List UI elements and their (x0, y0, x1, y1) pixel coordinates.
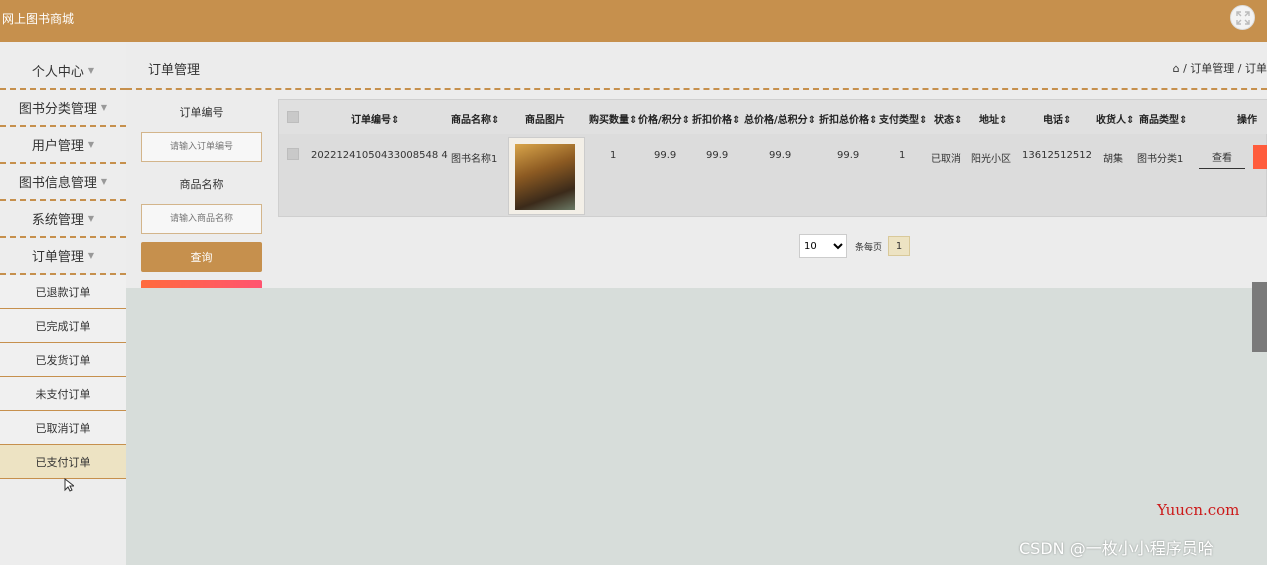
menu-item-label: 用户管理 (31, 139, 84, 154)
pagination: 10 条每页 1 (799, 234, 911, 258)
cell-pay-type: 1 (899, 150, 906, 161)
orders-table: 订单编号⇕ 商品名称⇕ 商品图片 购买数量⇕ 价格/积分⇕ 折扣价格⇕ 总价格/… (278, 99, 1267, 217)
col-price[interactable]: 价格/积分⇕ (638, 111, 690, 126)
col-receiver[interactable]: 收货人⇕ (1096, 111, 1134, 126)
chevron-down-icon: ▼ (87, 251, 95, 260)
col-order-no[interactable]: 订单编号⇕ (351, 111, 399, 126)
product-name-input[interactable] (141, 204, 262, 234)
order-no-input[interactable] (141, 132, 262, 162)
col-status[interactable]: 状态⇕ (934, 111, 962, 126)
view-button[interactable]: 查看 (1199, 145, 1245, 169)
col-quantity[interactable]: 购买数量⇕ (589, 111, 637, 126)
col-address[interactable]: 地址⇕ (979, 111, 1007, 126)
cell-receiver: 胡集 (1103, 154, 1123, 165)
submenu-shipped-orders[interactable]: 已发货订单 (0, 343, 126, 377)
cell-address: 阳光小区 (971, 154, 1011, 165)
col-category[interactable]: 商品类型⇕ (1139, 111, 1187, 126)
cell-order-no: 20221241050433008548 4 (311, 150, 448, 161)
app-title: 网上图书商城 (2, 12, 75, 26)
cell-product-name: 图书名称1 (451, 154, 498, 165)
submenu-paid-orders[interactable]: 已支付订单 (0, 445, 126, 479)
book-cover-image (515, 144, 575, 210)
page-header: 订单管理 ⌂ / 订单管理 / 订单 (126, 42, 1267, 90)
content-background (126, 288, 1267, 565)
site-watermark: Yuucn.com (1157, 501, 1240, 519)
page-button-current[interactable]: 1 (888, 236, 911, 256)
submenu-refunded-orders[interactable]: 已退款订单 (0, 275, 126, 309)
cell-status: 已取消 (931, 154, 961, 165)
cell-discount-total: 99.9 (837, 150, 860, 161)
fullscreen-button[interactable] (1230, 5, 1255, 30)
home-icon[interactable]: ⌂ (1173, 62, 1180, 75)
select-all-checkbox[interactable] (287, 111, 299, 123)
col-product-name[interactable]: 商品名称⇕ (451, 111, 499, 126)
col-total-price[interactable]: 总价格/总积分⇕ (744, 111, 816, 126)
table-header: 订单编号⇕ 商品名称⇕ 商品图片 购买数量⇕ 价格/积分⇕ 折扣价格⇕ 总价格/… (279, 100, 1267, 134)
submenu-completed-orders[interactable]: 已完成订单 (0, 309, 126, 343)
menu-item-label: 图书信息管理 (18, 176, 97, 191)
breadcrumb-text: / 订单管理 / 订单 (1183, 62, 1267, 75)
chevron-down-icon: ▼ (87, 65, 95, 75)
breadcrumb: ⌂ / 订单管理 / 订单 (1173, 60, 1267, 76)
chevron-down-icon: ▼ (100, 177, 108, 186)
col-phone[interactable]: 电话⇕ (1043, 111, 1071, 126)
menu-item-label: 订单管理 (31, 250, 84, 265)
top-bar: 网上图书商城 (0, 0, 1267, 42)
main-content: 订单管理 ⌂ / 订单管理 / 订单 订单编号 商品名称 查询 批量删除 订单编… (126, 42, 1267, 310)
menu-item-label: 个人中心 (31, 64, 84, 80)
menu-item-book-info[interactable]: 图书信息管理 ▼ (0, 164, 126, 201)
expand-icon (1235, 10, 1250, 25)
cell-phone: 13612512512 (1022, 150, 1092, 161)
search-button[interactable]: 查询 (141, 242, 262, 272)
menu-item-label: 图书分类管理 (18, 102, 97, 117)
row-checkbox[interactable] (287, 148, 299, 160)
submenu-unpaid-orders[interactable]: 未支付订单 (0, 377, 126, 411)
cell-total-price: 99.9 (769, 150, 792, 161)
chevron-down-icon: ▼ (87, 140, 95, 149)
mouse-pointer-icon (64, 478, 74, 492)
cell-category: 图书分类1 (1137, 154, 1184, 165)
col-discount-total[interactable]: 折扣总价格⇕ (819, 111, 877, 126)
menu-item-label: 系统管理 (31, 213, 84, 228)
menu-item-personal-center[interactable]: 个人中心 ▼ (0, 42, 126, 90)
order-no-label: 订单编号 (179, 106, 224, 119)
scrollbar-thumb[interactable] (1252, 282, 1267, 352)
cell-quantity: 1 (610, 150, 617, 161)
col-discount-price[interactable]: 折扣价格⇕ (692, 111, 740, 126)
author-watermark: CSDN @一枚小小程序员哈 (1019, 539, 1214, 558)
submenu-cancelled-orders[interactable]: 已取消订单 (0, 411, 126, 445)
product-thumbnail[interactable] (508, 137, 585, 215)
sidebar: 个人中心 ▼ 图书分类管理 ▼ 用户管理 ▼ 图书信息管理 ▼ 系统管理 ▼ 订单管理 ▼ … (0, 42, 126, 565)
menu-item-users[interactable]: 用户管理 ▼ (0, 127, 126, 164)
menu-item-book-category[interactable]: 图书分类管理 ▼ (0, 90, 126, 127)
cell-discount-price: 99.9 (706, 150, 729, 161)
page-size-select[interactable]: 10 (799, 234, 847, 258)
page-title: 订单管理 (148, 63, 201, 78)
col-pay-type[interactable]: 支付类型⇕ (879, 111, 927, 126)
cell-price: 99.9 (654, 150, 677, 161)
menu-item-orders[interactable]: 订单管理 ▼ (0, 238, 126, 275)
per-page-label: 条每页 (855, 242, 883, 253)
col-actions: 操作 (1237, 115, 1257, 126)
menu-item-system[interactable]: 系统管理 ▼ (0, 201, 126, 238)
chevron-down-icon: ▼ (100, 103, 108, 112)
product-name-label: 商品名称 (179, 178, 224, 191)
edit-button[interactable] (1253, 145, 1267, 169)
filter-panel: 订单编号 商品名称 查询 批量删除 (141, 94, 262, 310)
col-product-image: 商品图片 (525, 115, 565, 126)
chevron-down-icon: ▼ (87, 214, 95, 223)
